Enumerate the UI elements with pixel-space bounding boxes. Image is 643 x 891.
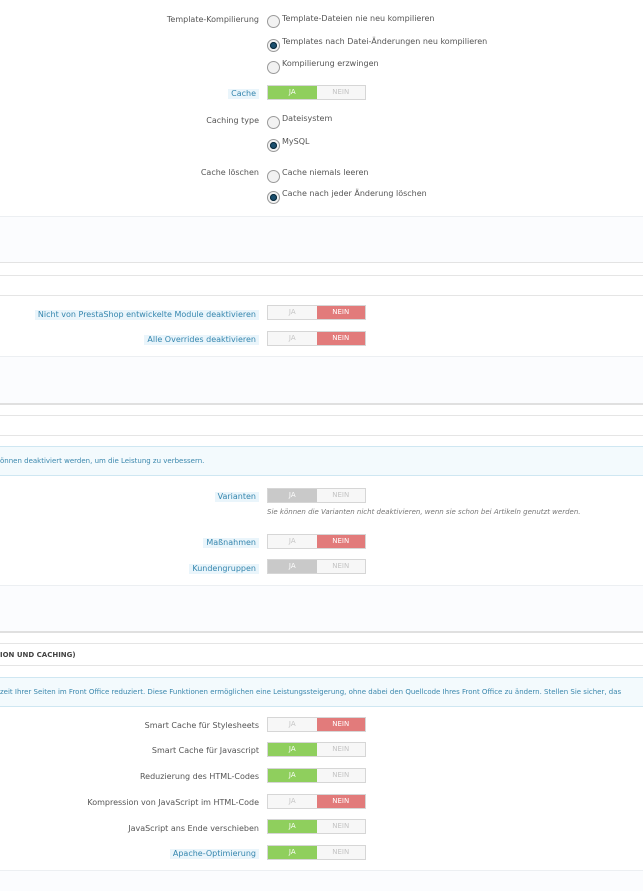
smart-cache-css-no[interactable]: NEIN bbox=[316, 718, 365, 731]
ccc-info-alert: zeit Ihrer Seiten im Front Office reduzi… bbox=[0, 677, 643, 707]
customer-groups-no[interactable]: NEIN bbox=[317, 560, 366, 573]
variants-no[interactable]: NEIN bbox=[317, 489, 366, 502]
smart-cache-css-yes[interactable]: JA bbox=[268, 718, 317, 731]
move-js-end-toggle[interactable]: JA NEIN bbox=[267, 819, 366, 834]
move-js-end-yes[interactable]: JA bbox=[268, 820, 317, 833]
customer-groups-yes[interactable]: JA bbox=[268, 560, 317, 573]
cache-toggle[interactable]: JA NEIN bbox=[267, 85, 366, 100]
variants-toggle[interactable]: JA NEIN bbox=[267, 488, 366, 503]
disable-overrides-no[interactable]: NEIN bbox=[316, 332, 365, 345]
apache-optimization-label: Apache-Optimierung bbox=[169, 849, 259, 859]
compress-inline-js-yes[interactable]: JA bbox=[268, 795, 317, 808]
panel-footer-features bbox=[0, 585, 643, 632]
disable-modules-toggle[interactable]: JA NEIN bbox=[267, 305, 366, 320]
radio-never-recompile[interactable] bbox=[267, 15, 280, 28]
compress-inline-js-no[interactable]: NEIN bbox=[316, 795, 365, 808]
minify-html-label: Reduzierung des HTML-Codes bbox=[139, 772, 259, 781]
smart-cache-js-no[interactable]: NEIN bbox=[317, 743, 366, 756]
smart-cache-js-yes[interactable]: JA bbox=[268, 743, 317, 756]
variants-yes[interactable]: JA bbox=[268, 489, 317, 502]
minify-html-yes[interactable]: JA bbox=[268, 769, 317, 782]
radio-filesystem[interactable] bbox=[267, 116, 280, 129]
caching-type-label: Caching type bbox=[206, 116, 259, 125]
variants-note: Sie können die Varianten nicht deaktivie… bbox=[267, 508, 581, 516]
panel-footer-debug bbox=[0, 356, 643, 404]
option-mysql: MySQL bbox=[282, 137, 310, 146]
section-divider bbox=[0, 403, 643, 405]
measures-label: Maßnahmen bbox=[203, 538, 259, 548]
radio-force-compile[interactable] bbox=[267, 61, 280, 74]
divider bbox=[0, 295, 643, 296]
ccc-info-text: zeit Ihrer Seiten im Front Office reduzi… bbox=[0, 688, 622, 696]
smart-cache-js-label: Smart Cache für Javascript bbox=[151, 746, 259, 755]
smart-cache-css-label: Smart Cache für Stylesheets bbox=[144, 721, 259, 730]
compress-inline-js-label: Kompression von JavaScript im HTML-Code bbox=[87, 798, 259, 807]
ccc-section-heading: ION UND CACHING) bbox=[0, 651, 76, 659]
apache-optimization-no[interactable]: NEIN bbox=[317, 846, 366, 859]
disable-modules-label: Nicht von PrestaShop entwickelte Module … bbox=[34, 310, 259, 320]
disable-overrides-yes[interactable]: JA bbox=[268, 332, 317, 345]
minify-html-toggle[interactable]: JA NEIN bbox=[267, 768, 366, 783]
radio-clear-on-change[interactable] bbox=[267, 191, 280, 204]
customer-groups-toggle[interactable]: JA NEIN bbox=[267, 559, 366, 574]
variants-label: Varianten bbox=[214, 492, 259, 502]
panel-footer-ccc bbox=[0, 870, 643, 891]
cache-yes[interactable]: JA bbox=[268, 86, 317, 99]
cache-no[interactable]: NEIN bbox=[317, 86, 366, 99]
move-js-end-no[interactable]: NEIN bbox=[317, 820, 366, 833]
apache-optimization-yes[interactable]: JA bbox=[268, 846, 317, 859]
divider bbox=[0, 435, 643, 436]
radio-recompile-on-change[interactable] bbox=[267, 39, 280, 52]
features-info-text: önnen deaktiviert werden, um die Leistun… bbox=[0, 457, 205, 465]
cache-clear-label: Cache löschen bbox=[200, 168, 259, 177]
option-filesystem: Dateisystem bbox=[282, 114, 333, 123]
minify-html-no[interactable]: NEIN bbox=[317, 769, 366, 782]
option-clear-on-change: Cache nach jeder Änderung löschen bbox=[282, 189, 427, 198]
move-js-end-label: JavaScript ans Ende verschieben bbox=[128, 824, 259, 833]
radio-never-clear[interactable] bbox=[267, 170, 280, 183]
option-force-compile: Kompilierung erzwingen bbox=[282, 59, 379, 68]
measures-yes[interactable]: JA bbox=[268, 535, 317, 548]
radio-mysql[interactable] bbox=[267, 139, 280, 152]
template-compilation-label: Template-Kompilierung bbox=[166, 15, 259, 24]
option-recompile-on-change: Templates nach Datei-Änderungen neu komp… bbox=[282, 37, 488, 46]
divider bbox=[0, 643, 643, 644]
smart-cache-css-toggle[interactable]: JA NEIN bbox=[267, 717, 366, 732]
apache-optimization-toggle[interactable]: JA NEIN bbox=[267, 845, 366, 860]
divider bbox=[0, 275, 643, 276]
divider bbox=[0, 415, 643, 416]
disable-overrides-toggle[interactable]: JA NEIN bbox=[267, 331, 366, 346]
disable-overrides-label: Alle Overrides deaktivieren bbox=[144, 335, 259, 345]
measures-toggle[interactable]: JA NEIN bbox=[267, 534, 366, 549]
disable-modules-no[interactable]: NEIN bbox=[316, 306, 365, 319]
features-info-alert: önnen deaktiviert werden, um die Leistun… bbox=[0, 446, 643, 476]
compress-inline-js-toggle[interactable]: JA NEIN bbox=[267, 794, 366, 809]
divider bbox=[0, 665, 643, 666]
measures-no[interactable]: NEIN bbox=[316, 535, 365, 548]
option-never-recompile: Template-Dateien nie neu kompilieren bbox=[282, 14, 435, 23]
cache-label: Cache bbox=[228, 89, 259, 99]
smart-cache-js-toggle[interactable]: JA NEIN bbox=[267, 742, 366, 757]
customer-groups-label: Kundengruppen bbox=[189, 564, 259, 574]
panel-footer-caching bbox=[0, 216, 643, 263]
disable-modules-yes[interactable]: JA bbox=[268, 306, 317, 319]
section-divider bbox=[0, 631, 643, 633]
option-never-clear: Cache niemals leeren bbox=[282, 168, 369, 177]
